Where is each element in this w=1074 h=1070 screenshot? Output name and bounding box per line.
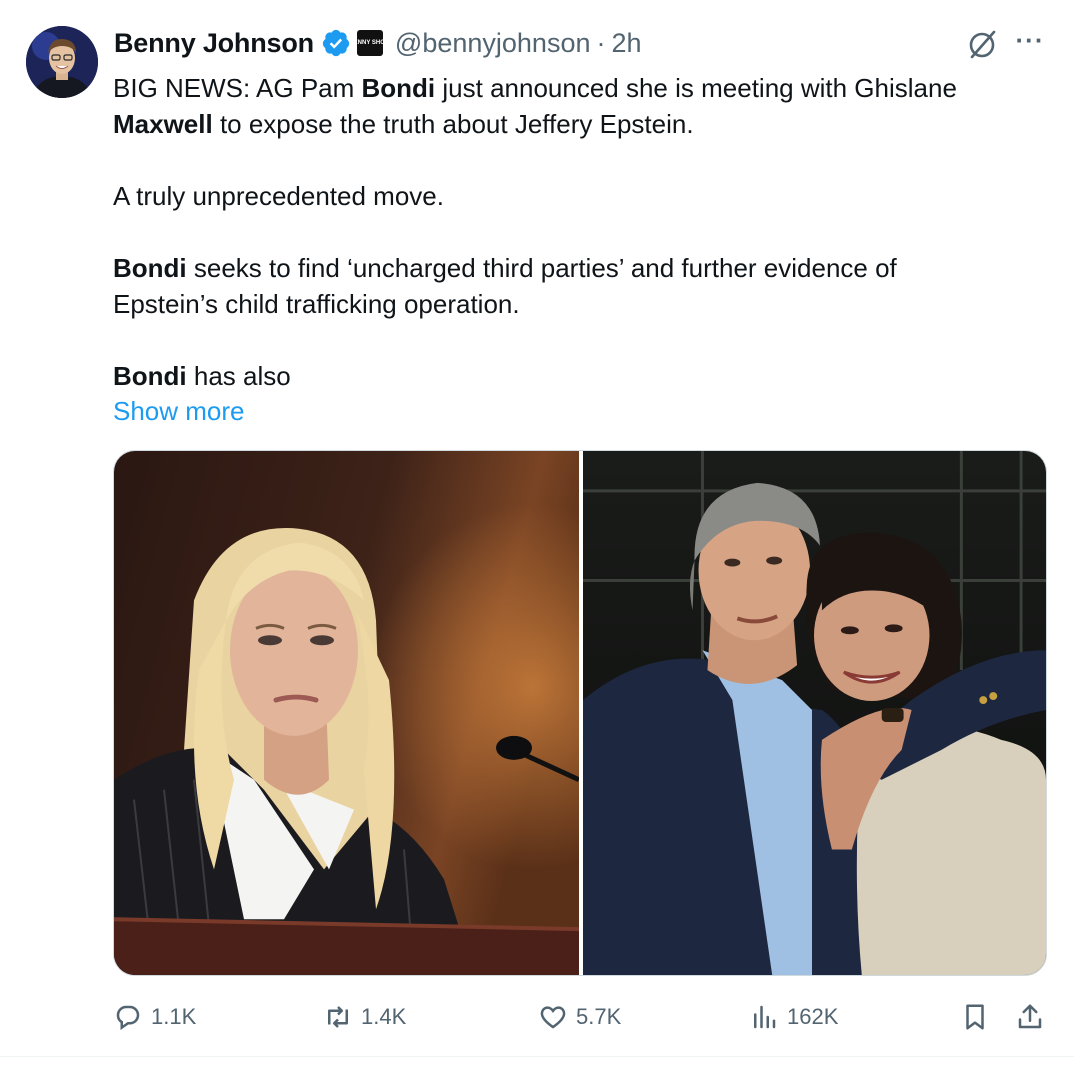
bookmark-button[interactable] [960, 996, 990, 1038]
views-button[interactable]: 162K [749, 996, 838, 1038]
tweet-header: Benny Johnson BENNY SHOW @bennyjohnson ·… [114, 26, 642, 60]
affiliate-badge-icon[interactable]: BENNY SHOW [349, 30, 391, 56]
repost-count: 1.4K [361, 1004, 407, 1029]
reply-button[interactable]: 1.1K [113, 996, 196, 1038]
bold-text: Maxwell [113, 109, 213, 139]
tweet-text-line: BIG NEWS: AG Pam Bondi just announced sh… [113, 70, 1033, 106]
author-name[interactable]: Benny Johnson [114, 28, 314, 59]
tweet-text-line: Epstein’s child trafficking operation. [113, 286, 1033, 322]
text-segment: just announced she is meeting with Ghisl… [435, 73, 957, 103]
tweet-text-line: Bondi has also [113, 358, 1033, 394]
bold-text: Bondi [361, 73, 436, 103]
more-icon[interactable]: ··· [1012, 27, 1048, 56]
text-segment: has also [186, 361, 291, 391]
reply-count: 1.1K [151, 1004, 197, 1029]
bold-text: Bondi [113, 253, 187, 283]
verified-badge-icon[interactable] [321, 28, 351, 58]
show-more-link[interactable]: Show more [113, 393, 245, 429]
separator-dot: · [596, 27, 606, 58]
bookmark-icon [966, 1004, 984, 1030]
tweet-text-line: A truly unprecedented move. [113, 178, 1033, 214]
media-grid [113, 450, 1047, 976]
tweet-text-line: Maxwell to expose the truth about Jeffer… [113, 106, 1033, 142]
text-segment: BIG NEWS: AG Pam [113, 73, 362, 103]
tweet-text: BIG NEWS: AG Pam Bondi just announced sh… [113, 70, 1033, 394]
media-image-left[interactable] [114, 451, 579, 975]
share-button[interactable] [1015, 996, 1045, 1038]
text-segment: to expose the truth about Jeffery Epstei… [212, 109, 694, 139]
text-segment: Epstein’s child trafficking operation. [113, 289, 520, 319]
tweet-bottom-divider [0, 1056, 1074, 1057]
bold-text: Bondi [113, 361, 187, 391]
text-segment: A truly unprecedented move. [113, 181, 444, 211]
like-button[interactable]: 5.7K [538, 996, 621, 1038]
affiliate-badge-text: BENNY SHOW [349, 39, 391, 46]
text-segment: seeks to find ‘uncharged third parties’ … [186, 253, 897, 283]
share-icon [1018, 1004, 1042, 1029]
reply-icon [116, 1005, 140, 1031]
author-avatar[interactable] [26, 26, 98, 98]
views-count: 162K [787, 1004, 839, 1029]
views-icon [754, 1005, 776, 1029]
tweet-actions: 1.1K 1.4K 5.7K 162K [113, 996, 1047, 1038]
like-count: 5.7K [576, 1004, 622, 1029]
repost-icon [328, 1006, 348, 1028]
repost-button[interactable]: 1.4K [323, 996, 406, 1038]
tweet-text-line: Bondi seeks to find ‘uncharged third par… [113, 250, 1033, 286]
heart-icon [540, 1006, 566, 1029]
author-handle[interactable]: @bennyjohnson [395, 28, 591, 59]
grok-icon[interactable] [964, 26, 1000, 62]
timestamp[interactable]: 2h [611, 28, 641, 59]
media-image-right[interactable] [583, 451, 1046, 975]
